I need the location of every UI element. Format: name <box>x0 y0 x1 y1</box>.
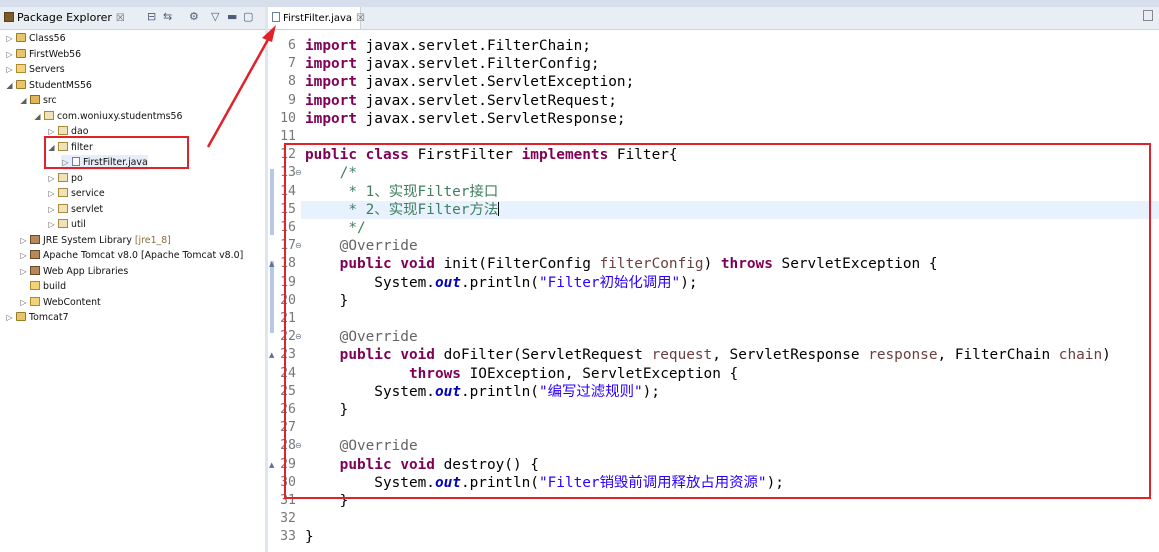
annotation-arrow <box>206 25 276 148</box>
